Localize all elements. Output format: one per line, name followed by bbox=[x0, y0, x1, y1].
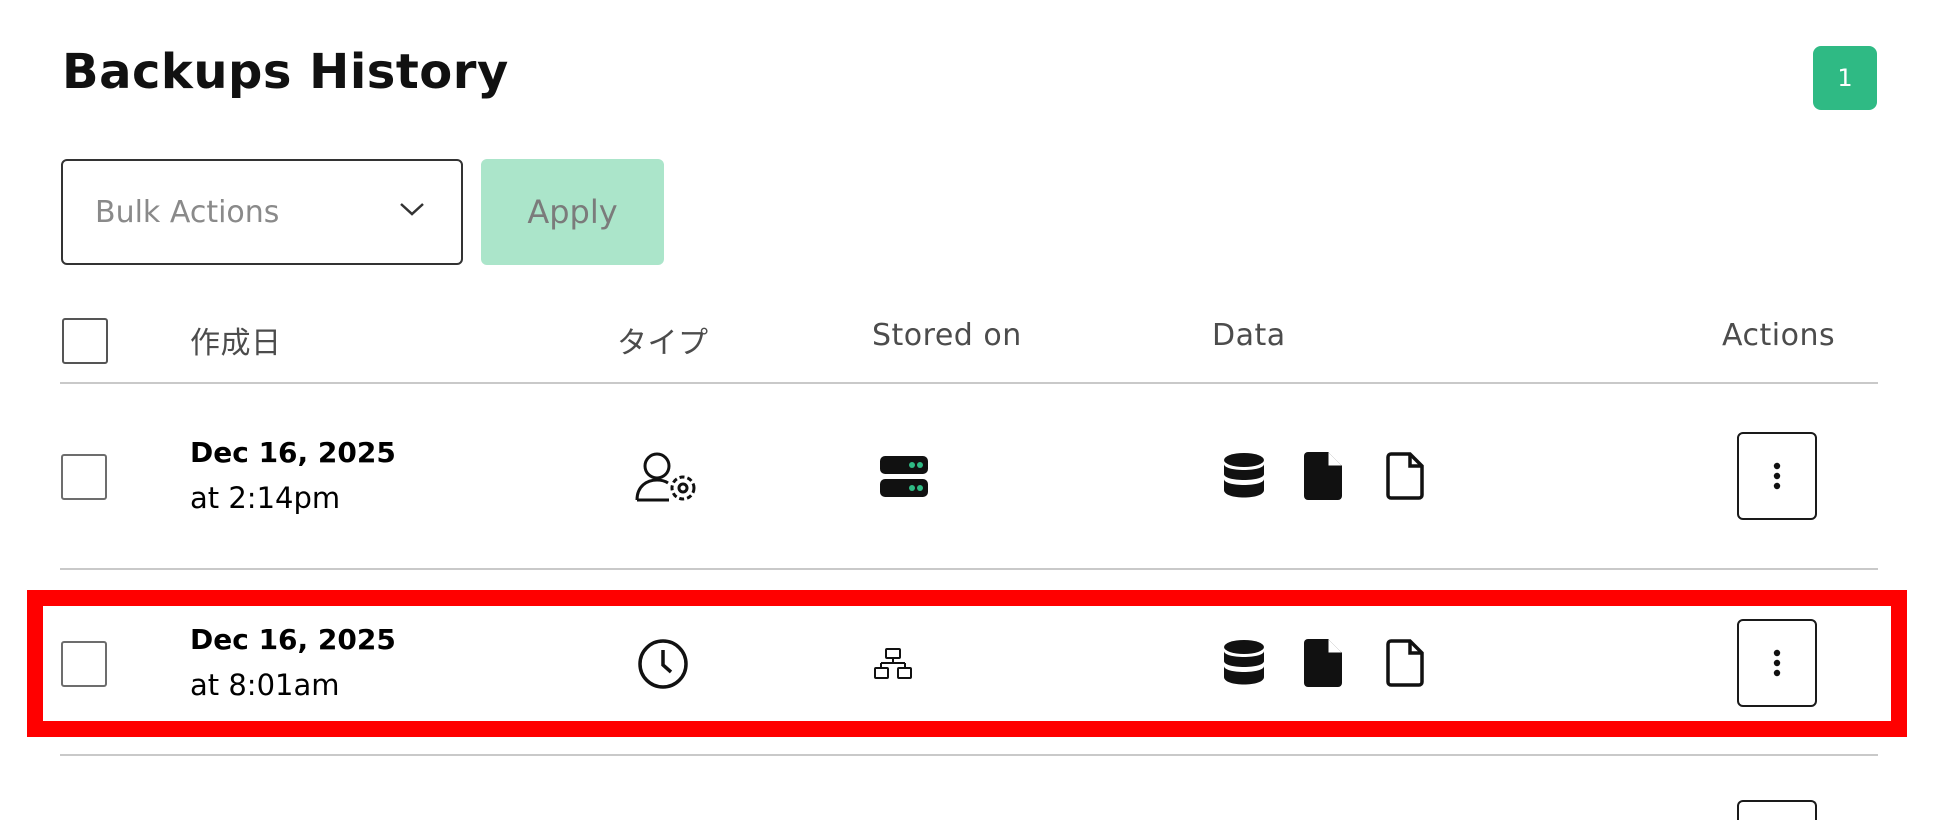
database-icon bbox=[1224, 640, 1264, 685]
page-title: Backups History bbox=[62, 44, 509, 100]
row-date: Dec 16, 2025 bbox=[190, 436, 396, 469]
row-checkbox[interactable] bbox=[61, 454, 107, 500]
file-outline-icon bbox=[1386, 639, 1424, 687]
database-icon bbox=[1224, 453, 1264, 498]
more-vertical-icon bbox=[1773, 462, 1781, 490]
more-vertical-icon bbox=[1773, 649, 1781, 677]
row-time: at 8:01am bbox=[190, 668, 340, 702]
column-header-type: タイプ bbox=[617, 326, 709, 361]
bulk-actions-label: Bulk Actions bbox=[95, 194, 280, 230]
row-divider bbox=[60, 568, 1878, 570]
row-actions-button-partial[interactable] bbox=[1737, 800, 1817, 820]
row-time: at 2:14pm bbox=[190, 481, 341, 515]
file-solid-icon bbox=[1304, 639, 1342, 687]
column-header-data: Data bbox=[1212, 318, 1286, 353]
user-gear-icon bbox=[635, 452, 696, 502]
column-header-actions: Actions bbox=[1722, 318, 1836, 353]
row-actions-button[interactable] bbox=[1737, 619, 1817, 707]
row-checkbox[interactable] bbox=[61, 641, 107, 687]
header-divider bbox=[60, 382, 1878, 384]
apply-button[interactable]: Apply bbox=[481, 159, 664, 265]
row-date: Dec 16, 2025 bbox=[190, 623, 396, 656]
chevron-down-icon bbox=[400, 203, 424, 216]
server-icon bbox=[880, 456, 928, 497]
file-outline-icon bbox=[1386, 452, 1424, 500]
column-header-stored-on: Stored on bbox=[872, 318, 1022, 353]
file-solid-icon bbox=[1304, 452, 1342, 500]
column-header-created: 作成日 bbox=[190, 326, 282, 361]
select-all-checkbox[interactable] bbox=[62, 318, 108, 364]
row-divider bbox=[60, 754, 1878, 756]
count-badge[interactable]: 1 bbox=[1813, 46, 1877, 110]
bulk-actions-select[interactable]: Bulk Actions bbox=[61, 159, 463, 265]
row-highlight-frame bbox=[27, 590, 1907, 737]
clock-icon bbox=[638, 639, 688, 689]
row-actions-button[interactable] bbox=[1737, 432, 1817, 520]
network-icon bbox=[874, 648, 912, 679]
